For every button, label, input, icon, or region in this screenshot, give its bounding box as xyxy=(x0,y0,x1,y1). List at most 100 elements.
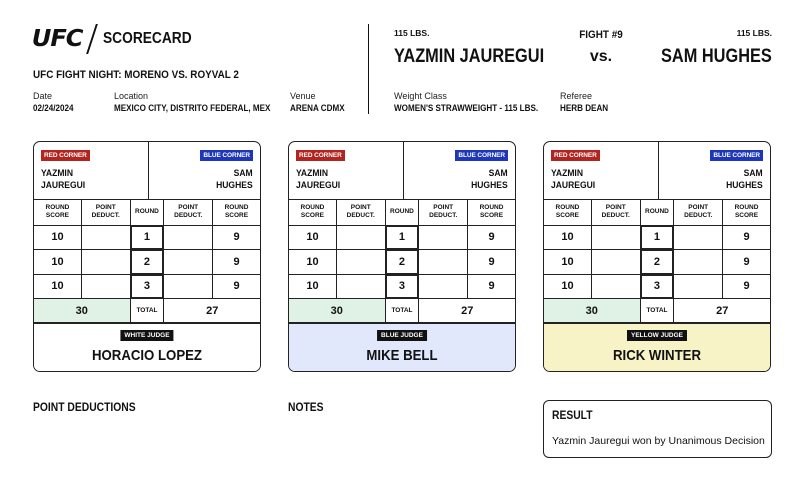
round-number: 1 xyxy=(384,224,420,250)
red-corner-badge: RED CORNER xyxy=(296,150,345,161)
blue-corner-badge: BLUE CORNER xyxy=(200,150,253,161)
venue-label: Venue xyxy=(290,91,316,101)
col-round: ROUND xyxy=(129,200,165,226)
col-round-score: ROUND SCORE xyxy=(544,200,592,226)
red-total-score: 30 xyxy=(544,298,641,323)
round-row: 10 2 9 xyxy=(289,249,515,275)
red-corner-fighter: YAZMIN JAUREGUI xyxy=(41,168,85,192)
col-label: POINT DEDUCT. xyxy=(684,204,713,220)
red-total-score: 30 xyxy=(289,298,386,323)
red-corner-fighter: YAZMIN JAUREGUI xyxy=(551,168,595,192)
ufc-wordmark: UFC xyxy=(31,26,84,52)
judge-name: HORACIO LOPEZ xyxy=(91,347,202,364)
red-first-name: YAZMIN xyxy=(41,168,73,179)
blue-total-score: 27 xyxy=(163,298,260,323)
round-row: 10 2 9 xyxy=(34,249,260,275)
judge-badge: WHITE JUDGE xyxy=(120,330,174,341)
col-round: ROUND xyxy=(384,200,420,226)
corner-header: RED CORNER BLUE CORNER YAZMIN JAUREGUI S… xyxy=(289,142,515,200)
date-label: Date xyxy=(33,91,53,101)
round-number: 1 xyxy=(639,224,675,250)
col-label: ROUND SCORE xyxy=(224,204,249,220)
col-label: ROUND SCORE xyxy=(300,204,325,220)
blue-round-score: 9 xyxy=(212,273,260,299)
red-fighter-weight: 115 LBS. xyxy=(394,28,430,38)
total-row: 30 TOTAL 27 xyxy=(34,298,260,323)
score-table-header: ROUND SCORE POINT DEDUCT. ROUND POINT DEDUC… xyxy=(289,200,515,226)
red-round-score: 10 xyxy=(544,224,592,250)
blue-last-name: HUGHES xyxy=(216,180,253,191)
score-table-header: ROUND SCORE POINT DEDUCT. ROUND POINT DEDUC… xyxy=(34,200,260,226)
result-text: Yazmin Jauregui won by Unanimous Decisio… xyxy=(552,435,765,447)
referee-label: Referee xyxy=(560,91,593,101)
round-row: 10 1 9 xyxy=(34,224,260,250)
col-label: POINT DEDUCT. xyxy=(601,204,630,220)
result-box: RESULT Yazmin Jauregui won by Unanimous … xyxy=(543,400,772,458)
col-point-deduct: POINT DEDUCT. xyxy=(80,200,131,226)
blue-total-score: 27 xyxy=(673,298,770,323)
corner-header: RED CORNER BLUE CORNER YAZMIN JAUREGUI S… xyxy=(34,142,260,200)
red-point-deduction xyxy=(80,224,131,250)
fight-number: FIGHT #9 xyxy=(579,29,623,41)
blue-point-deduction xyxy=(673,224,723,250)
red-round-score: 10 xyxy=(289,249,337,275)
blue-corner-badge: BLUE CORNER xyxy=(455,150,508,161)
round-row: 10 1 9 xyxy=(289,224,515,250)
round-row: 10 3 9 xyxy=(544,273,770,299)
score-table: ROUND SCORE POINT DEDUCT. ROUND POINT DEDUC… xyxy=(544,200,770,323)
red-round-score: 10 xyxy=(544,249,592,275)
col-label: ROUND SCORE xyxy=(734,204,759,220)
red-point-deduction xyxy=(590,249,641,275)
red-round-score: 10 xyxy=(34,249,82,275)
logo-divider xyxy=(86,24,99,54)
judge-name: MIKE BELL xyxy=(366,347,438,364)
notes-heading: NOTES xyxy=(288,400,324,414)
col-round-score: ROUND SCORE xyxy=(212,200,260,226)
blue-total-score: 27 xyxy=(418,298,515,323)
total-row: 30 TOTAL 27 xyxy=(289,298,515,323)
blue-round-score: 9 xyxy=(722,273,770,299)
col-point-deduct: POINT DEDUCT. xyxy=(418,200,468,226)
judge-name: RICK WINTER xyxy=(613,347,701,364)
scorecard-title: SCORECARD xyxy=(103,30,192,47)
col-point-deduct: POINT DEDUCT. xyxy=(673,200,723,226)
judge-scorecard: RED CORNER BLUE CORNER YAZMIN JAUREGUI S… xyxy=(33,141,261,372)
round-number: 2 xyxy=(384,249,420,275)
blue-round-score: 9 xyxy=(212,249,260,275)
blue-round-score: 9 xyxy=(722,249,770,275)
col-point-deduct: POINT DEDUCT. xyxy=(163,200,213,226)
red-round-score: 10 xyxy=(289,224,337,250)
blue-point-deduction xyxy=(163,273,213,299)
total-label: TOTAL xyxy=(639,298,675,323)
corner-divider xyxy=(658,142,660,200)
col-label: POINT DEDUCT. xyxy=(346,204,375,220)
blue-last-name: HUGHES xyxy=(471,180,508,191)
red-round-score: 10 xyxy=(544,273,592,299)
red-first-name: YAZMIN xyxy=(551,168,583,179)
judge-badge: YELLOW JUDGE xyxy=(626,330,688,341)
versus-label: vs. xyxy=(589,48,613,65)
round-number: 3 xyxy=(639,273,675,299)
red-last-name: JAUREGUI xyxy=(41,180,86,191)
round-number: 3 xyxy=(384,273,420,299)
blue-last-name: HUGHES xyxy=(726,180,763,191)
corner-divider xyxy=(403,142,405,200)
blue-round-score: 9 xyxy=(212,224,260,250)
ufc-logo: UFC SCORECARD xyxy=(31,24,206,54)
col-label: ROUND SCORE xyxy=(45,204,70,220)
blue-point-deduction xyxy=(673,249,723,275)
col-round-score: ROUND SCORE xyxy=(34,200,82,226)
score-table: ROUND SCORE POINT DEDUCT. ROUND POINT DEDUC… xyxy=(289,200,515,323)
judge-scorecard: RED CORNER BLUE CORNER YAZMIN JAUREGUI S… xyxy=(288,141,516,372)
red-round-score: 10 xyxy=(34,224,82,250)
weight-class-value: WOMEN'S STRAWWEIGHT - 115 LBS. xyxy=(394,103,539,113)
blue-point-deduction xyxy=(418,224,468,250)
point-deductions-heading: POINT DEDUCTIONS xyxy=(33,400,136,414)
col-round-score: ROUND SCORE xyxy=(467,200,515,226)
red-corner-badge: RED CORNER xyxy=(41,150,90,161)
red-last-name: JAUREGUI xyxy=(551,180,596,191)
blue-first-name: SAM xyxy=(233,168,253,179)
weight-class-label: Weight Class xyxy=(394,91,447,101)
header-divider xyxy=(368,24,369,114)
result-heading: RESULT xyxy=(552,408,593,422)
